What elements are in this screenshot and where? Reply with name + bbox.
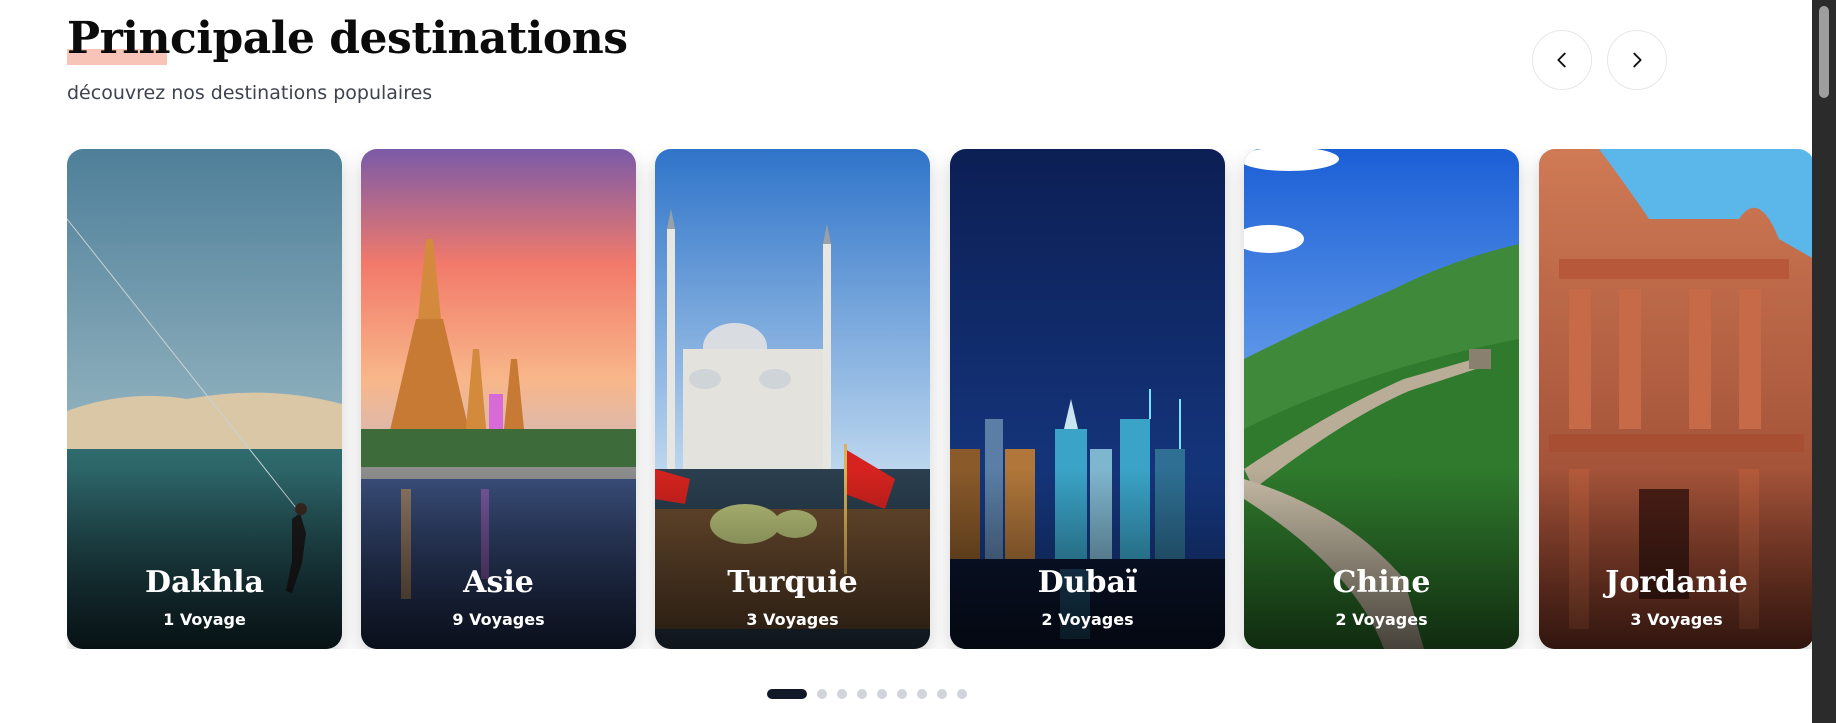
- destinations-section: Principale destinations découvrez nos de…: [0, 0, 1812, 723]
- destination-name: Dakhla: [145, 565, 264, 600]
- destination-card-dakhla[interactable]: Dakhla 1 Voyage: [67, 149, 342, 649]
- carousel-prev-button[interactable]: [1532, 30, 1592, 90]
- destination-name: Turquie: [727, 565, 858, 600]
- pagination-dot[interactable]: [877, 689, 887, 699]
- destination-card-turquie[interactable]: Turquie 3 Voyages: [655, 149, 930, 649]
- chevron-left-icon: [1557, 52, 1566, 68]
- destination-card-asie[interactable]: Asie 9 Voyages: [361, 149, 636, 649]
- pagination-dot[interactable]: [857, 689, 867, 699]
- destination-count: 3 Voyages: [1630, 610, 1723, 629]
- destination-card-dubai[interactable]: Dubaï 2 Voyages: [950, 149, 1225, 649]
- chevron-right-icon: [1633, 52, 1642, 68]
- page-scrollbar[interactable]: [1812, 0, 1836, 723]
- pagination-dot[interactable]: [817, 689, 827, 699]
- carousel-next-button[interactable]: [1607, 30, 1667, 90]
- destination-name: Asie: [463, 565, 534, 600]
- destination-name: Dubaï: [1037, 565, 1138, 600]
- pagination-dot[interactable]: [937, 689, 947, 699]
- carousel-pagination: [767, 688, 967, 700]
- destination-card-chine[interactable]: Chine 2 Voyages: [1244, 149, 1519, 649]
- pagination-dot[interactable]: [767, 689, 807, 699]
- destination-carousel: Dakhla 1 Voyage Asie 9 Voyages Turquie 3…: [67, 149, 1812, 649]
- destination-count: 2 Voyages: [1335, 610, 1428, 629]
- pagination-dot[interactable]: [837, 689, 847, 699]
- destination-count: 1 Voyage: [163, 610, 246, 629]
- section-subtitle: découvrez nos destinations populaires: [67, 82, 433, 104]
- pagination-dot[interactable]: [957, 689, 967, 699]
- pagination-dot[interactable]: [917, 689, 927, 699]
- destination-name: Jordanie: [1605, 565, 1748, 600]
- scrollbar-thumb[interactable]: [1819, 6, 1829, 98]
- destination-count: 3 Voyages: [746, 610, 839, 629]
- destination-count: 9 Voyages: [452, 610, 545, 629]
- section-title: Principale destinations: [67, 13, 628, 64]
- pagination-dot[interactable]: [897, 689, 907, 699]
- destination-count: 2 Voyages: [1041, 610, 1134, 629]
- destination-card-jordanie[interactable]: Jordanie 3 Voyages: [1539, 149, 1812, 649]
- destination-name: Chine: [1332, 565, 1431, 600]
